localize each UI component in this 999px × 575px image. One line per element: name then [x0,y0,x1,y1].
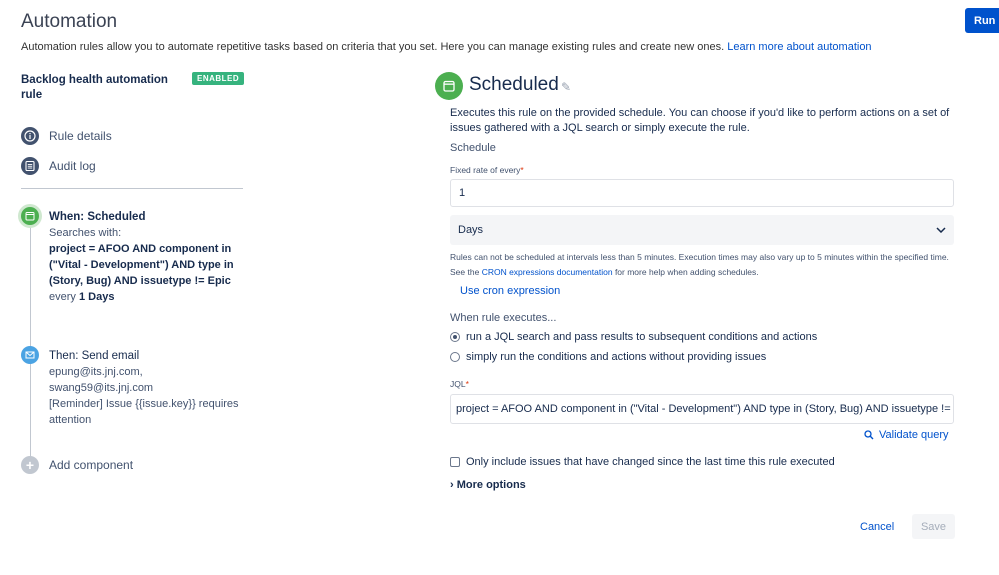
sidebar-divider [21,188,243,189]
info-icon [21,127,39,145]
learn-more-link[interactable]: Learn more about automation [727,41,871,53]
action-line: [Reminder] Issue {{issue.key}} requires … [49,398,239,426]
radio-button-checked[interactable] [450,332,460,342]
searches-with-label: Searches with: [49,227,122,239]
checkbox[interactable] [450,457,460,467]
radio-simple-run[interactable]: simply run the conditions and actions wi… [450,351,766,363]
radio-jql-search[interactable]: run a JQL search and pass results to sub… [450,331,817,343]
trigger-jql: project = AFOO AND component in ("Vital … [49,243,234,287]
trigger-component[interactable]: When: Scheduled Searches with: project =… [49,209,239,305]
checkbox-label: Only include issues that have changed si… [466,456,835,468]
schedule-label: Schedule [450,142,496,154]
page-title: Automation [21,11,118,32]
add-component-button[interactable]: Add component [49,458,133,472]
chevron-down-icon [936,225,946,236]
radio-label: run a JQL search and pass results to sub… [466,331,818,343]
radio-label: simply run the conditions and actions wi… [466,351,767,363]
cancel-button[interactable]: Cancel [860,516,894,538]
plus-icon[interactable]: + [21,456,39,474]
action-component[interactable]: Then: Send email epung@its.jnj.com, swan… [49,348,249,428]
list-icon [21,157,39,175]
more-options-label: More options [456,479,526,491]
jql-input[interactable]: project = AFOO AND component in ("Vital … [450,394,954,424]
validate-query-label: Validate query [879,429,949,441]
every-value: 1 Days [78,291,115,303]
save-button[interactable]: Save [912,514,955,539]
fixed-rate-label: Fixed rate of every* [450,165,524,175]
page-description-text: Automation rules allow you to automate r… [21,41,725,53]
sidebar-item-rule-details[interactable]: Rule details [21,127,112,145]
help-text-after: for more help when adding schedules. [614,266,759,277]
jql-label: JQL* [450,379,469,389]
every-prefix: every [49,291,76,303]
run-rule-button[interactable]: Run r [965,8,999,33]
more-options-toggle[interactable]: › More options [450,479,526,491]
sidebar-item-audit-log[interactable]: Audit log [21,157,96,175]
unit-select[interactable]: Days [450,215,954,245]
use-cron-expression-link[interactable]: Use cron expression [460,285,560,297]
schedule-help-text: Rules can not be scheduled at intervals … [450,250,955,279]
only-include-changed-checkbox[interactable]: Only include issues that have changed si… [450,456,835,468]
radio-button[interactable] [450,352,460,362]
rule-name: Backlog health automation rule [21,74,168,101]
unit-select-value: Days [458,224,484,236]
action-line: epung@its.jnj.com, [49,366,143,378]
calendar-icon [435,72,463,100]
calendar-icon [21,207,39,225]
page-description: Automation rules allow you to automate r… [21,41,872,53]
trigger-schedule: every 1 Days [49,289,239,305]
fixed-rate-label-text: Fixed rate of every [450,165,521,175]
status-badge: ENABLED [192,72,245,85]
sidebar-item-label: Rule details [49,129,112,143]
email-icon [21,346,39,364]
search-icon [864,430,874,440]
fixed-rate-input[interactable]: 1 [450,179,954,207]
validate-query-link[interactable]: Validate query [864,429,949,441]
panel-title: Scheduled [469,74,559,95]
panel-description: Executes this rule on the provided sched… [450,107,950,134]
action-title: Then: Send email [49,350,140,362]
chevron-right-icon: › [450,479,454,491]
timeline-line [30,222,31,460]
when-executes-label: When rule executes... [450,312,557,324]
sidebar-item-label: Audit log [49,159,96,173]
pencil-icon[interactable]: ✎ [561,80,571,94]
jql-label-text: JQL [450,379,466,389]
action-line: swang59@its.jnj.com [49,382,154,394]
trigger-title: When: Scheduled [49,211,146,223]
cron-docs-link[interactable]: CRON expressions documentation [482,267,613,277]
